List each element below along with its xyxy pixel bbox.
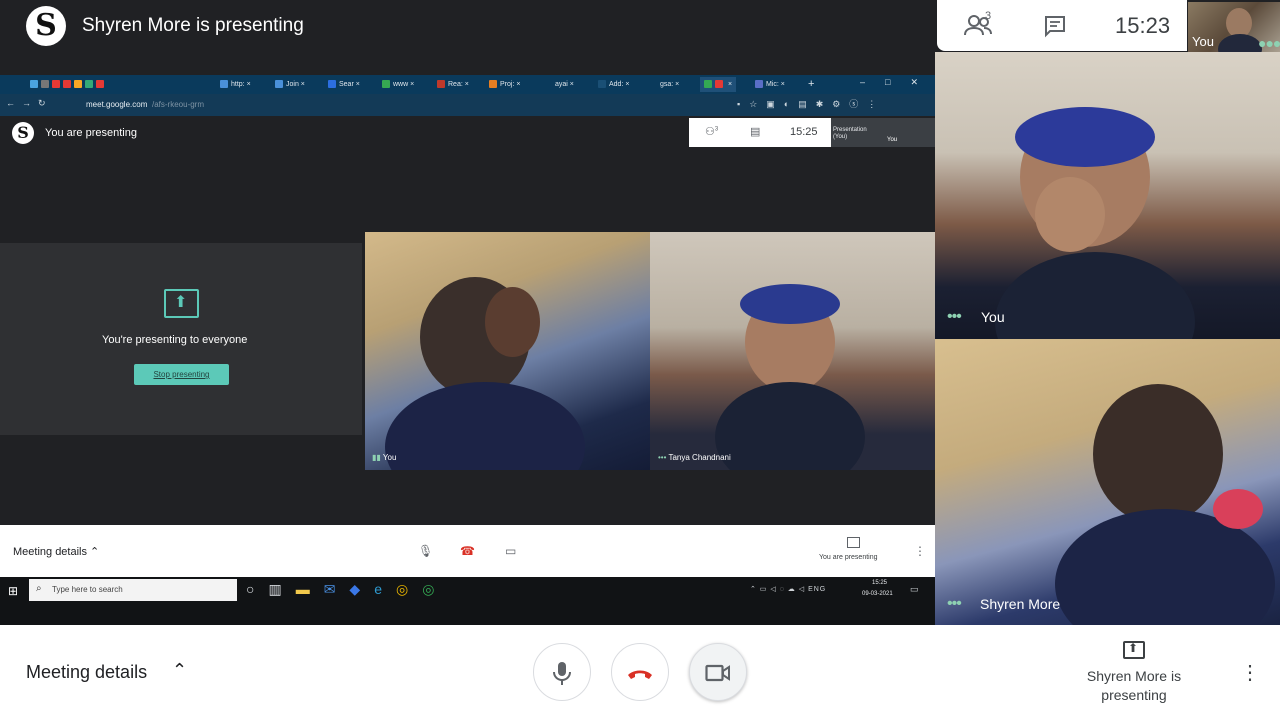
inner-camera-icon[interactable]: ▭: [505, 544, 516, 558]
mic-icon: [553, 661, 571, 685]
inner-clock: 15:25: [790, 126, 818, 138]
background-cloth: [1213, 489, 1263, 529]
browser-tab[interactable]: Add: ×: [598, 77, 629, 92]
notification-icon[interactable]: ▭: [910, 584, 919, 595]
stop-presenting-button[interactable]: Stop presenting: [134, 364, 229, 385]
url-path[interactable]: /afs-rkeou-grm: [152, 100, 204, 109]
presenting-message: You're presenting to everyone: [102, 334, 248, 346]
tab-icons-left[interactable]: [30, 77, 107, 92]
windows-start-icon[interactable]: ⊞: [8, 584, 18, 598]
mic-button[interactable]: [533, 643, 591, 701]
url-host[interactable]: meet.google.com: [86, 100, 147, 109]
person-body: [385, 382, 585, 470]
person-head: [1093, 384, 1223, 524]
participant-you-activity-icon: •••: [947, 308, 962, 325]
people-count: 3: [985, 10, 992, 22]
inner-presenting-label: You are presenting: [819, 554, 878, 561]
browser-tab[interactable]: ayai ×: [555, 77, 574, 92]
tray-date: 09-03-2021: [862, 591, 893, 597]
camera-button[interactable]: [689, 643, 747, 701]
camera-icon: [705, 664, 730, 681]
people-icon[interactable]: [963, 13, 999, 39]
inner-hangup-icon[interactable]: ☎: [460, 544, 475, 558]
browser-tab-active[interactable]: ×: [700, 77, 737, 92]
inner-presenter-avatar: S: [12, 122, 34, 144]
present-arrow-icon: ⬆: [1128, 641, 1139, 655]
person-hand: [1035, 177, 1105, 252]
taskbar-search-placeholder[interactable]: Type here to search: [52, 585, 123, 594]
inner-chat-icon[interactable]: ▤: [750, 125, 760, 138]
participant-tile-you[interactable]: [935, 52, 1280, 339]
self-thumb-more-icon[interactable]: ●●●: [1258, 35, 1280, 51]
person-body: [715, 382, 865, 470]
headphones: [1015, 107, 1155, 167]
chevron-up-icon[interactable]: ⌃: [172, 660, 187, 681]
inner-presenting-title: You are presenting: [45, 127, 137, 139]
more-options-icon[interactable]: ⋮: [1240, 660, 1260, 685]
inner-people-icon[interactable]: ⚇3: [705, 125, 718, 138]
presenter-avatar: S: [26, 6, 66, 46]
extension-icons[interactable]: ▪☆▣◐▤✱⚙ⓢ⋮: [737, 97, 885, 110]
inner-present-icon[interactable]: [847, 537, 860, 548]
tile-you-label: ▮▮ You: [372, 453, 397, 462]
browser-tab[interactable]: Proj: ×: [489, 77, 520, 92]
inner-people-count: 3: [714, 126, 719, 133]
self-thumb-label: You: [1192, 34, 1214, 49]
window-controls[interactable]: –□✕: [860, 77, 938, 88]
presenting-status: Shyren More is presenting: [1086, 668, 1182, 703]
taskbar-app-icons[interactable]: ○▥▬✉◆e◎◎: [246, 581, 448, 598]
hangup-icon: [628, 670, 652, 679]
self-thumb-body: [1218, 34, 1262, 52]
person-hand: [485, 287, 540, 357]
browser-tab[interactable]: Join ×: [275, 77, 305, 92]
system-tray[interactable]: ⌃ ▭ ◁ ◌ ☁ ◁ ENG: [750, 585, 826, 593]
browser-tab[interactable]: Sear ×: [328, 77, 360, 92]
browser-tab[interactable]: gsa: ×: [660, 77, 679, 92]
present-arrow-icon: ⬆: [174, 294, 188, 311]
participant-you-label: You: [981, 309, 1005, 325]
person-body: [995, 252, 1195, 339]
inner-meeting-details[interactable]: Meeting details ⌃: [13, 545, 99, 558]
inner-more-icon[interactable]: ⋮: [914, 544, 926, 558]
hangup-button[interactable]: [611, 643, 669, 701]
inner-thumb-label: Presentation (You): [833, 127, 867, 140]
meeting-clock: 15:23: [1115, 13, 1171, 38]
inner-thumb-you: You: [887, 137, 898, 143]
presenting-title: Shyren More is presenting: [82, 15, 304, 36]
tile-tanya-label: ••• Tanya Chandnani: [658, 453, 731, 462]
search-icon: ⌕: [36, 583, 42, 594]
inner-mic-icon[interactable]: 🎙: [418, 544, 433, 558]
browser-tab[interactable]: Mic: ×: [755, 77, 785, 92]
browser-nav-icons[interactable]: ←→↻: [6, 98, 53, 109]
participant-tile-shyren[interactable]: [935, 339, 1280, 625]
video-tile-you[interactable]: [365, 232, 650, 470]
participant-shyren-label: Shyren More: [980, 596, 1061, 612]
browser-tab[interactable]: www ×: [382, 77, 414, 92]
tray-time: 15:25: [872, 580, 888, 586]
meeting-details-button[interactable]: Meeting details: [26, 662, 147, 683]
browser-tab[interactable]: http: ×: [220, 77, 251, 92]
chat-icon[interactable]: [1043, 14, 1067, 38]
new-tab-icon[interactable]: +: [808, 77, 814, 92]
headphones: [740, 284, 840, 324]
browser-tab[interactable]: Rea: ×: [437, 77, 469, 92]
video-tile-tanya[interactable]: [650, 232, 935, 470]
participant-shyren-activity-icon: •••: [947, 595, 962, 612]
